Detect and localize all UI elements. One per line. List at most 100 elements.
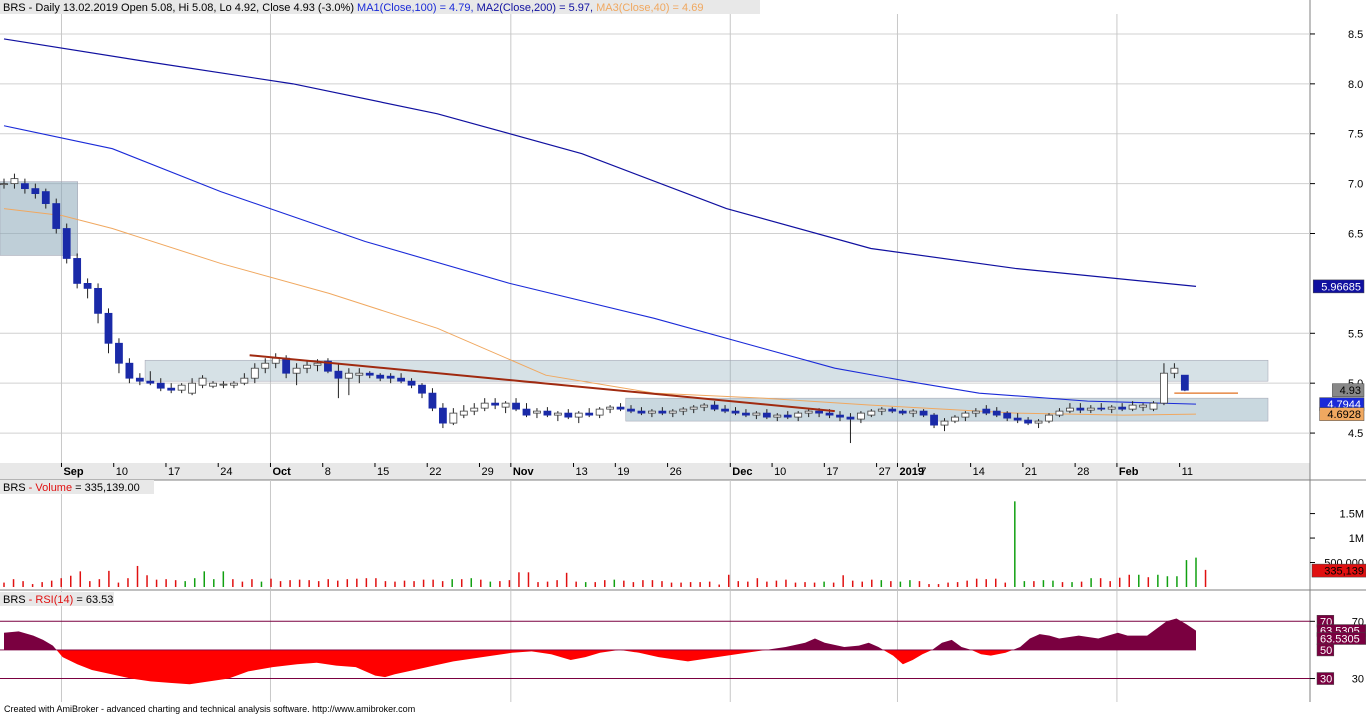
volume-bar [851, 580, 854, 587]
volume-bar [1204, 569, 1207, 587]
volume-bar [1138, 574, 1140, 587]
candle-body [188, 382, 197, 394]
volume-bar [928, 584, 930, 587]
volume-bar [832, 582, 835, 587]
candle-body [742, 412, 750, 416]
volume-bar [403, 580, 406, 587]
candle-body [10, 178, 19, 185]
candle-body [94, 287, 102, 314]
date-tick-label: 22 [429, 466, 441, 478]
candle-body [104, 312, 113, 344]
candle-body [135, 377, 144, 382]
candle-body [815, 410, 823, 414]
volume-bar [1147, 577, 1150, 587]
candle-body [365, 372, 374, 376]
candle-body [564, 412, 573, 418]
volume-bar [394, 581, 396, 587]
price-tick-label: 5.5 [1348, 328, 1363, 340]
candle-body [177, 384, 186, 391]
volume-bar [241, 581, 244, 587]
volume-bar [842, 575, 844, 587]
volume-bar [193, 578, 196, 587]
date-tick-label: Feb [1119, 466, 1139, 478]
candle-body [689, 406, 698, 410]
candle-body [198, 377, 207, 386]
date-tick-label: 27 [879, 466, 891, 478]
volume-bar [565, 572, 568, 587]
candle-body [156, 382, 165, 389]
candle-body [1003, 412, 1012, 419]
candle-body [31, 188, 40, 195]
volume-bar [422, 579, 425, 587]
volume-pane[interactable] [0, 480, 1310, 589]
candle-body [303, 364, 311, 369]
candle-body [428, 392, 437, 409]
volume-bar [499, 581, 501, 587]
volume-bar [975, 578, 978, 587]
candle-body [1139, 404, 1147, 408]
candle-body [627, 408, 635, 412]
candle-body [668, 410, 677, 414]
candle-body [825, 412, 834, 416]
volume-bar [966, 580, 968, 587]
date-tick-label: 28 [1077, 466, 1089, 478]
volume-bar [661, 581, 663, 587]
price-tick-label: 4.5 [1348, 428, 1363, 440]
candle-body [449, 412, 458, 424]
volume-bar [489, 581, 492, 587]
volume-bar [804, 582, 806, 587]
candle-body [271, 357, 280, 364]
volume-bar [642, 580, 644, 587]
volume-bar [41, 582, 43, 587]
candle-body [846, 416, 855, 420]
candle-body [1086, 407, 1095, 411]
date-tick-label: 11 [1182, 466, 1193, 478]
volume-bar [470, 578, 473, 587]
candle-body [313, 362, 322, 366]
date-tick-label: 26 [670, 466, 682, 478]
volume-bar [289, 580, 291, 587]
volume-bar [432, 579, 434, 587]
volume-bar [909, 580, 911, 587]
candle-body [616, 406, 625, 410]
volume-bar [632, 582, 635, 587]
volume-bar [1042, 580, 1045, 587]
volume-bar [136, 565, 139, 587]
candle-body [721, 408, 729, 412]
volume-bar [232, 579, 234, 587]
stock-chart[interactable]: 8.58.07.57.06.55.55.04.5 5.966854.934.79… [0, 0, 1366, 716]
candle-body [836, 414, 844, 418]
candle-body [1076, 407, 1085, 411]
candle-body [867, 410, 876, 416]
candle-body [125, 362, 134, 379]
date-tick-label: Sep [63, 466, 83, 478]
candle-body [73, 258, 82, 284]
volume-bar [604, 580, 606, 587]
candle-body [1107, 406, 1116, 410]
volume-bar [70, 575, 72, 587]
volume-bar [346, 579, 349, 587]
candle-body [459, 410, 468, 416]
rsi-header: BRS - RSI(14) = 63.53 [3, 594, 113, 606]
candle-body [292, 367, 301, 374]
volume-bar [1128, 574, 1130, 587]
candle-body [982, 408, 991, 414]
volume-bar [441, 581, 444, 587]
volume-bar [98, 579, 101, 587]
volume-bar [31, 584, 34, 587]
candle-body [971, 410, 980, 414]
volume-bar [918, 581, 921, 587]
volume-bar [584, 582, 587, 587]
volume-bar [718, 584, 720, 587]
volume-bar [899, 581, 902, 587]
price-zone [144, 359, 1269, 382]
volume-bar [737, 581, 740, 587]
volume-bar [222, 571, 225, 587]
candle-body [1149, 402, 1158, 410]
volume-bar [813, 582, 816, 587]
volume-bar [785, 579, 787, 587]
candle-body [857, 412, 865, 420]
volume-bar [127, 578, 129, 587]
candle-body [1013, 417, 1022, 421]
candle-body [240, 377, 249, 384]
